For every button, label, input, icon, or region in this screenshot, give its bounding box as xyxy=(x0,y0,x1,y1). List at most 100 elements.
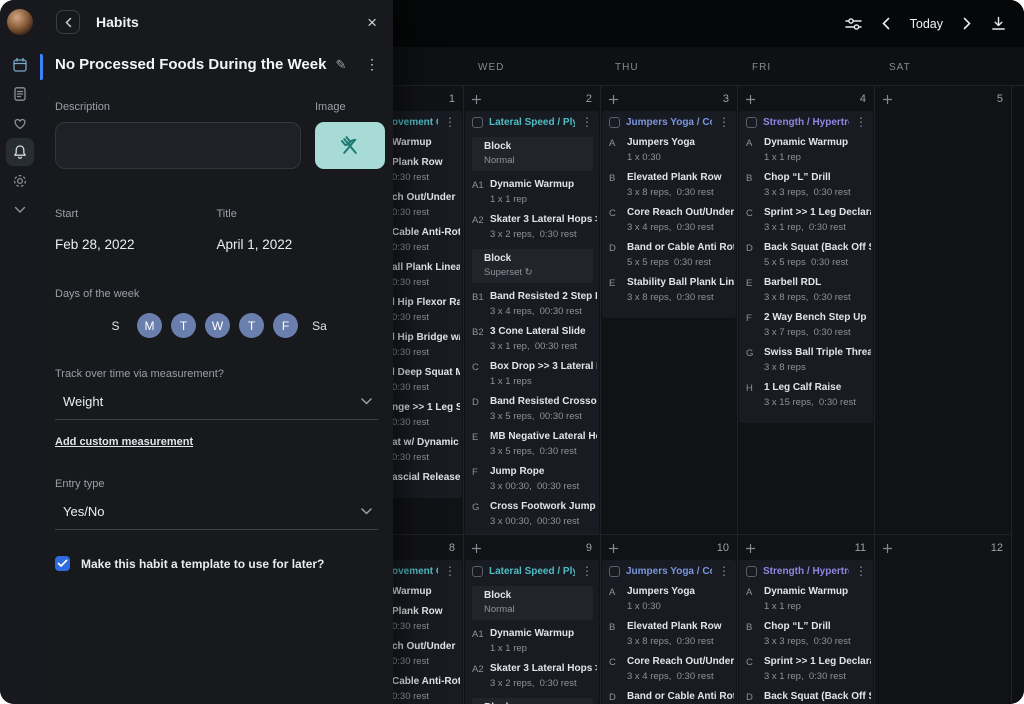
add-workout-icon[interactable] xyxy=(882,543,893,554)
add-workout-icon[interactable] xyxy=(745,543,756,554)
exercise-row[interactable]: l Hip Bridge w/ ...0:30 rest xyxy=(392,332,460,358)
exercise-row[interactable]: DBand or Cable Anti Rotati...5 x 5 reps … xyxy=(609,691,734,704)
exercise-row[interactable]: H1 Leg Calf Raise3 x 15 reps, 0:30 rest xyxy=(746,382,871,408)
exercise-row[interactable]: at w/ Dynamic P...0:30 rest xyxy=(392,437,460,463)
day-of-week-toggle-1[interactable]: M xyxy=(137,313,162,338)
exercise-row[interactable]: ADynamic Warmup1 x 1 rep xyxy=(746,137,871,163)
exercise-row[interactable]: all Plank Linear ...0:30 rest xyxy=(392,262,460,288)
exercise-row[interactable]: ch Out/Under0:30 rest xyxy=(392,192,460,218)
exercise-row[interactable]: Cable Anti-Rotati...0:30 rest xyxy=(392,227,460,253)
today-button[interactable]: Today xyxy=(910,17,943,31)
workout-title[interactable]: ovement Q... xyxy=(392,566,438,577)
day-of-week-toggle-0[interactable]: S xyxy=(103,313,128,338)
start-date-value[interactable]: Feb 28, 2022 xyxy=(55,237,217,252)
workout-title[interactable]: Lateral Speed / Plyo xyxy=(489,566,575,577)
add-workout-icon[interactable] xyxy=(608,543,619,554)
exercise-row[interactable]: Warmup xyxy=(392,137,460,148)
workout-checkbox[interactable] xyxy=(746,566,757,577)
entry-type-select[interactable]: Yes/No xyxy=(55,504,378,530)
template-checkbox[interactable] xyxy=(55,556,70,571)
add-workout-icon[interactable] xyxy=(471,94,482,105)
workout-checkbox[interactable] xyxy=(472,117,483,128)
add-workout-icon[interactable] xyxy=(882,94,893,105)
exercise-row[interactable]: FJump Rope3 x 00:30, 00:30 rest xyxy=(472,466,597,492)
workout-menu-icon[interactable]: ⋮ xyxy=(581,565,593,577)
exercise-row[interactable]: DBack Squat (Back Off Set)5 x 5 reps 0:3… xyxy=(746,242,871,268)
exercise-row[interactable]: Warmup xyxy=(392,586,460,597)
exercise-row[interactable]: ADynamic Warmup1 x 1 rep xyxy=(746,586,871,612)
exercise-row[interactable]: DBand Resisted Crossover...3 x 5 reps, 0… xyxy=(472,396,597,422)
description-input[interactable] xyxy=(55,122,301,169)
document-icon[interactable] xyxy=(6,80,34,108)
exercise-row[interactable]: nge >> 1 Leg St...0:30 rest xyxy=(392,402,460,428)
exercise-row[interactable]: DBand or Cable Anti Rotati...5 x 5 reps … xyxy=(609,242,734,268)
exercise-row[interactable]: A1Dynamic Warmup1 x 1 rep xyxy=(472,179,597,205)
exercise-row[interactable]: B1Band Resisted 2 Step Late...3 x 4 reps… xyxy=(472,291,597,317)
habit-menu-icon[interactable]: ⋮ xyxy=(365,56,379,73)
day-of-week-toggle-4[interactable]: T xyxy=(239,313,264,338)
workout-menu-icon[interactable]: ⋮ xyxy=(855,116,867,128)
workout-menu-icon[interactable]: ⋮ xyxy=(444,565,456,577)
workout-menu-icon[interactable]: ⋮ xyxy=(444,116,456,128)
exercise-row[interactable]: AJumpers Yoga1 x 0:30 xyxy=(609,137,734,163)
exercise-row[interactable]: GSwiss Ball Triple Threat3 x 8 reps xyxy=(746,347,871,373)
filter-icon[interactable] xyxy=(845,17,862,31)
exercise-row[interactable]: A2Skater 3 Lateral Hops >> ...3 x 2 reps… xyxy=(472,663,597,689)
download-icon[interactable] xyxy=(991,16,1006,31)
gear-icon[interactable] xyxy=(6,167,34,195)
next-week-icon[interactable] xyxy=(963,17,971,30)
user-avatar[interactable] xyxy=(7,9,33,35)
add-workout-icon[interactable] xyxy=(745,94,756,105)
workout-checkbox[interactable] xyxy=(609,566,620,577)
habit-image-swatch[interactable] xyxy=(315,122,385,169)
chevron-down-icon[interactable] xyxy=(6,196,34,224)
workout-title[interactable]: ovement Q... xyxy=(392,117,438,128)
measurement-select[interactable]: Weight xyxy=(55,394,378,420)
exercise-row[interactable]: B23 Cone Lateral Slide3 x 1 rep, 00:30 r… xyxy=(472,326,597,352)
workout-title[interactable]: Strength / Hypertro... xyxy=(763,566,849,577)
exercise-row[interactable]: CBox Drop >> 3 Lateral H...1 x 1 reps xyxy=(472,361,597,387)
workout-checkbox[interactable] xyxy=(609,117,620,128)
exercise-row[interactable]: DBack Squat (Back Off Set)5 x 5 reps 0:3… xyxy=(746,691,871,704)
bell-icon[interactable] xyxy=(6,138,34,166)
workout-title[interactable]: Lateral Speed / Plyo xyxy=(489,117,575,128)
exercise-row[interactable]: Cable Anti-Rotati...0:30 rest xyxy=(392,676,460,702)
exercise-row[interactable]: Plank Row0:30 rest xyxy=(392,606,460,632)
day-of-week-toggle-2[interactable]: T xyxy=(171,313,196,338)
exercise-row[interactable]: BElevated Plank Row3 x 8 reps, 0:30 rest xyxy=(609,172,734,198)
workout-menu-icon[interactable]: ⋮ xyxy=(855,565,867,577)
exercise-row[interactable]: BElevated Plank Row3 x 8 reps, 0:30 rest xyxy=(609,621,734,647)
workout-title[interactable]: Jumpers Yoga / Core xyxy=(626,117,712,128)
exercise-row[interactable]: Plank Row0:30 rest xyxy=(392,157,460,183)
exercise-row[interactable]: EBarbell RDL3 x 8 reps, 0:30 rest xyxy=(746,277,871,303)
exercise-row[interactable]: CCore Reach Out/Under3 x 4 reps, 0:30 re… xyxy=(609,207,734,233)
calendar-icon[interactable] xyxy=(6,51,34,79)
day-of-week-toggle-3[interactable]: W xyxy=(205,313,230,338)
prev-week-icon[interactable] xyxy=(882,17,890,30)
exercise-row[interactable]: GCross Footwork Jump Rope3 x 00:30, 00:3… xyxy=(472,501,597,527)
exercise-row[interactable]: A1Dynamic Warmup1 x 1 rep xyxy=(472,628,597,654)
exercise-row[interactable]: EMB Negative Lateral Hop...3 x 5 reps, 0… xyxy=(472,431,597,457)
exercise-row[interactable]: CSprint >> 1 Leg Declarations3 x 1 rep, … xyxy=(746,207,871,233)
exercise-row[interactable]: F2 Way Bench Step Up3 x 7 reps, 0:30 res… xyxy=(746,312,871,338)
exercise-row[interactable]: A2Skater 3 Lateral Hops >> ...3 x 2 reps… xyxy=(472,214,597,240)
exercise-row[interactable]: l Deep Squat Mo...0:30 rest xyxy=(392,367,460,393)
exercise-row[interactable]: CSprint >> 1 Leg Declarations3 x 1 rep, … xyxy=(746,656,871,682)
exercise-row[interactable]: EStability Ball Plank Linear ...3 x 8 re… xyxy=(609,277,734,303)
end-date-value[interactable]: April 1, 2022 xyxy=(217,237,379,252)
close-icon[interactable]: × xyxy=(367,14,377,31)
add-workout-icon[interactable] xyxy=(471,543,482,554)
exercise-row[interactable]: AJumpers Yoga1 x 0:30 xyxy=(609,586,734,612)
exercise-row[interactable]: CCore Reach Out/Under3 x 4 reps, 0:30 re… xyxy=(609,656,734,682)
back-button[interactable] xyxy=(56,10,80,34)
add-custom-measurement-link[interactable]: Add custom measurement xyxy=(55,436,193,448)
day-of-week-toggle-6[interactable]: Sa xyxy=(307,313,332,338)
day-of-week-toggle-5[interactable]: F xyxy=(273,313,298,338)
workout-menu-icon[interactable]: ⋮ xyxy=(581,116,593,128)
workout-menu-icon[interactable]: ⋮ xyxy=(718,565,730,577)
edit-pencil-icon[interactable]: ✎ xyxy=(335,57,346,73)
workout-checkbox[interactable] xyxy=(746,117,757,128)
health-heart-icon[interactable] xyxy=(6,109,34,137)
workout-menu-icon[interactable]: ⋮ xyxy=(718,116,730,128)
workout-checkbox[interactable] xyxy=(472,566,483,577)
